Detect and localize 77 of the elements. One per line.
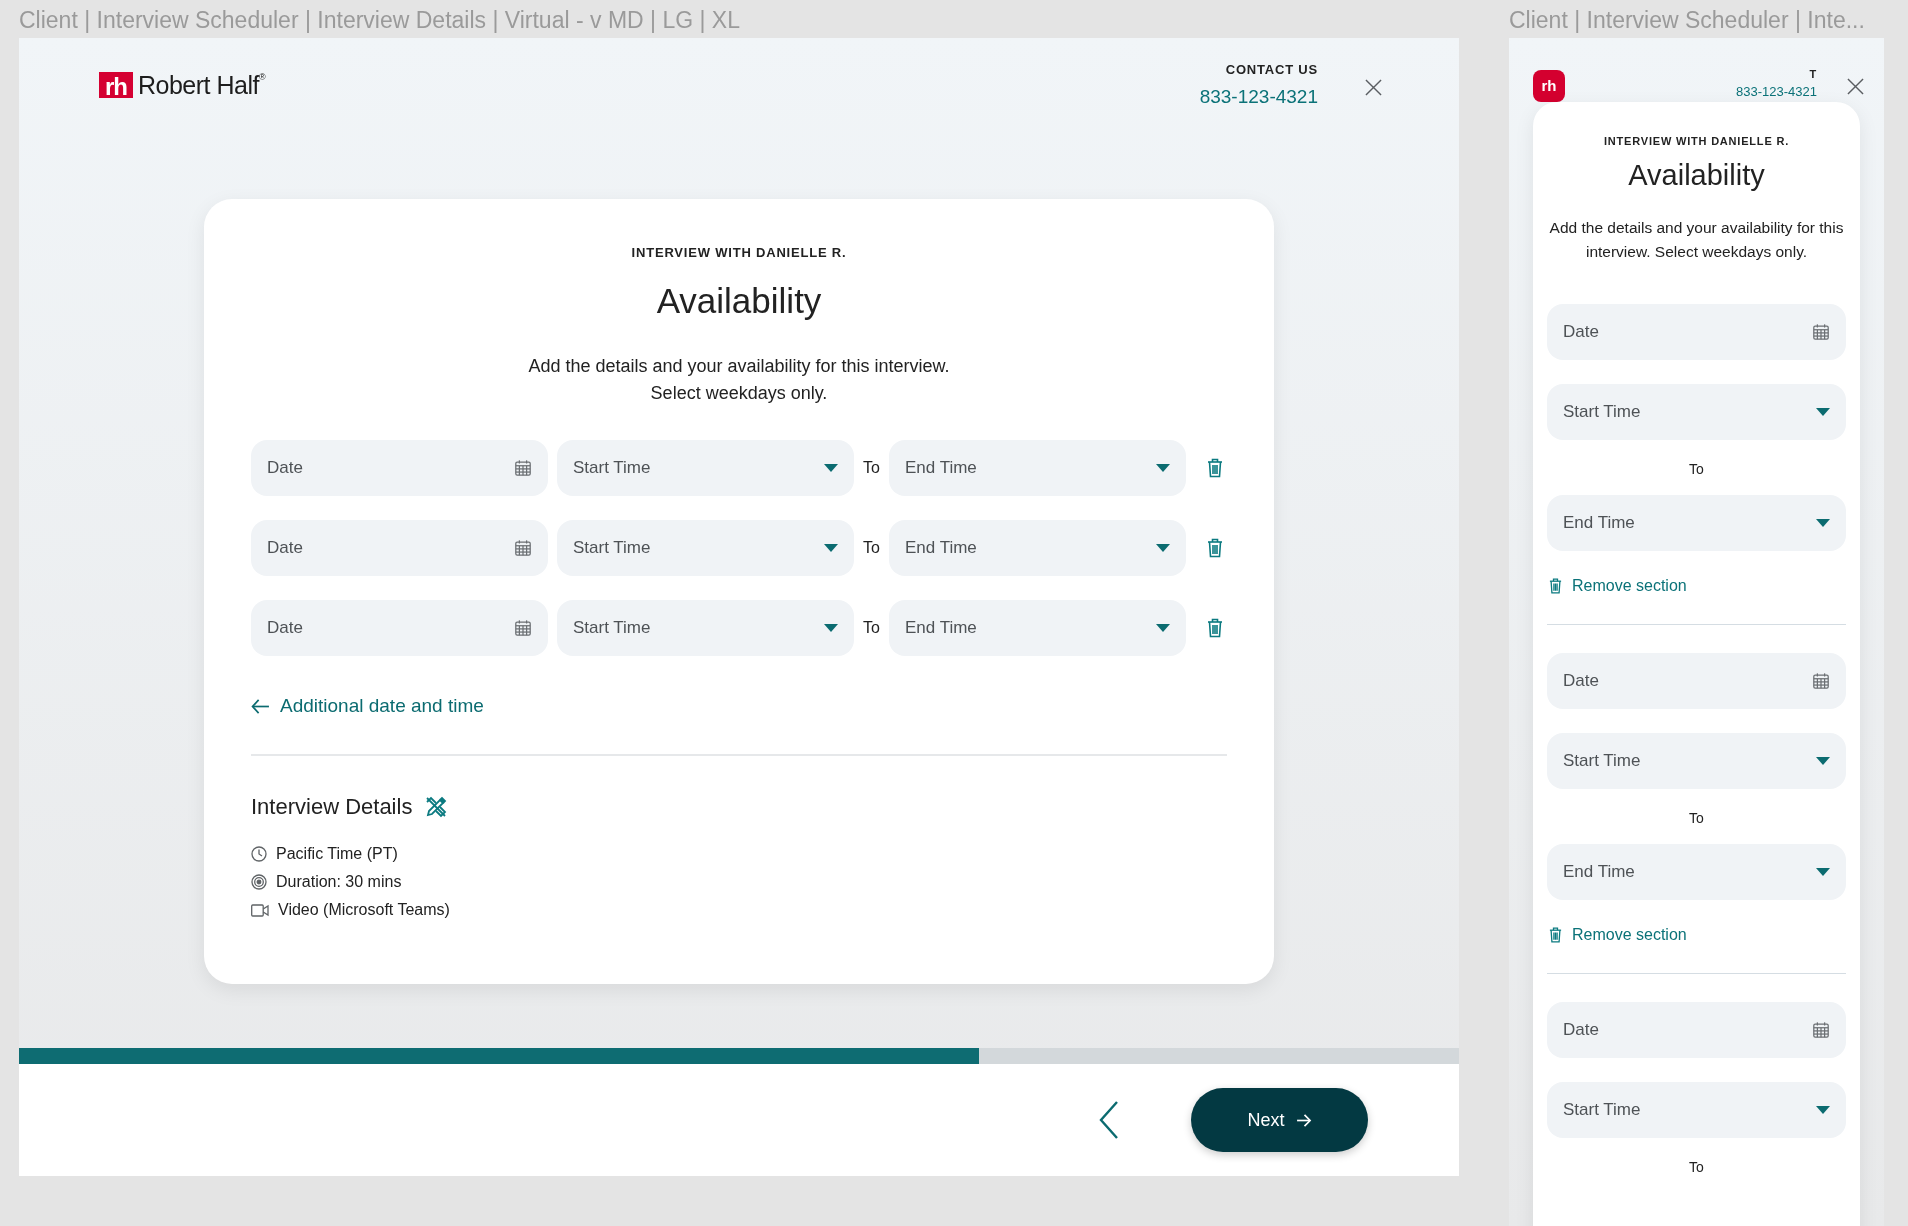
arrow-left-icon xyxy=(251,698,270,714)
delete-button[interactable] xyxy=(1207,458,1223,478)
contact-label: T xyxy=(1809,68,1817,80)
eyebrow-label: INTERVIEW WITH DANIELLE R. xyxy=(631,245,847,260)
detail-text: Duration: 30 mins xyxy=(276,873,402,891)
caret-icon xyxy=(824,624,838,632)
calendar-icon xyxy=(1812,672,1830,690)
description-text: Select weekdays only. xyxy=(650,382,828,405)
remove-section-button[interactable]: Remove section xyxy=(1549,577,1687,595)
phone-link[interactable]: 833-123-4321 xyxy=(1199,86,1318,108)
caret-icon xyxy=(824,544,838,552)
video-camera-icon xyxy=(251,903,269,917)
start-time-dropdown[interactable]: Start Time xyxy=(557,600,854,656)
to-label: To xyxy=(863,459,880,477)
arrow-right-icon xyxy=(1296,1113,1312,1127)
start-time-dropdown[interactable]: Start Time xyxy=(557,440,854,496)
section-heading: Interview Details xyxy=(251,794,413,820)
caret-icon xyxy=(1156,544,1170,552)
caret-icon xyxy=(1816,408,1830,416)
to-label: To xyxy=(1689,1159,1704,1175)
start-time-dropdown[interactable]: Start Time xyxy=(1547,733,1846,789)
contact-label: CONTACT US xyxy=(1225,62,1318,77)
end-time-dropdown[interactable]: End Time xyxy=(889,520,1186,576)
add-date-link[interactable]: Additional date and time xyxy=(251,695,484,717)
delete-button[interactable] xyxy=(1207,538,1223,558)
to-label: To xyxy=(863,539,880,557)
description-text: Add the details and your availability for this interview. xyxy=(528,355,950,378)
logo: rh Robert Half$^{®}$ xyxy=(99,71,266,99)
close-button[interactable] xyxy=(1847,78,1864,95)
target-icon xyxy=(251,874,267,890)
phone-link[interactable]: 833-123-4321 xyxy=(1736,84,1817,99)
end-time-dropdown[interactable]: End Time xyxy=(889,440,1186,496)
detail-text: Video (Microsoft Teams) xyxy=(278,901,450,919)
to-label: To xyxy=(1689,810,1704,826)
to-label: To xyxy=(1689,461,1704,477)
end-time-dropdown[interactable]: End Time xyxy=(889,600,1186,656)
date-field[interactable]: Date xyxy=(1547,653,1846,709)
edit-button[interactable] xyxy=(425,796,448,818)
frame-title: Client | Interview Scheduler | Interview Details | Virtual - v MD | LG | XL xyxy=(19,6,741,35)
date-field[interactable]: Date xyxy=(251,440,548,496)
close-button[interactable] xyxy=(1365,79,1382,96)
date-field[interactable]: Date xyxy=(251,520,548,576)
detail-text: Pacific Time (PT) xyxy=(276,845,398,863)
caret-icon xyxy=(824,464,838,472)
end-time-dropdown[interactable]: End Time xyxy=(1547,844,1846,900)
start-time-dropdown[interactable]: Start Time xyxy=(557,520,854,576)
page-heading: Availability xyxy=(656,281,822,321)
trash-icon xyxy=(1549,927,1562,943)
to-label: To xyxy=(863,619,880,637)
frame-title: Client | Interview Scheduler | Inte... xyxy=(1509,6,1866,35)
caret-icon xyxy=(1816,1106,1830,1114)
remove-section-button[interactable]: Remove section xyxy=(1549,926,1687,944)
date-field[interactable]: Date xyxy=(1547,304,1846,360)
start-time-dropdown[interactable]: Start Time xyxy=(1547,1082,1846,1138)
start-time-dropdown[interactable]: Start Time xyxy=(1547,384,1846,440)
back-button[interactable] xyxy=(1099,1101,1119,1139)
end-time-dropdown[interactable]: End Time xyxy=(1547,495,1846,551)
eyebrow-label: INTERVIEW WITH DANIELLE R. xyxy=(1604,135,1789,147)
date-field[interactable]: Date xyxy=(251,600,548,656)
calendar-icon xyxy=(514,619,532,637)
delete-button[interactable] xyxy=(1207,618,1223,638)
caret-icon xyxy=(1816,519,1830,527)
calendar-icon xyxy=(514,459,532,477)
calendar-icon xyxy=(514,539,532,557)
logo: rh xyxy=(1533,70,1565,102)
calendar-icon xyxy=(1812,323,1830,341)
next-button[interactable]: Next xyxy=(1191,1088,1368,1152)
description-text: Add the details and your availability for this interview. Select weekdays only. xyxy=(1548,218,1845,262)
clock-icon xyxy=(251,846,267,862)
page-heading: Availability xyxy=(1628,159,1765,192)
caret-icon xyxy=(1156,624,1170,632)
caret-icon xyxy=(1816,868,1830,876)
calendar-icon xyxy=(1812,1021,1830,1039)
date-field[interactable]: Date xyxy=(1547,1002,1846,1058)
caret-icon xyxy=(1156,464,1170,472)
trash-icon xyxy=(1549,578,1562,594)
caret-icon xyxy=(1816,757,1830,765)
